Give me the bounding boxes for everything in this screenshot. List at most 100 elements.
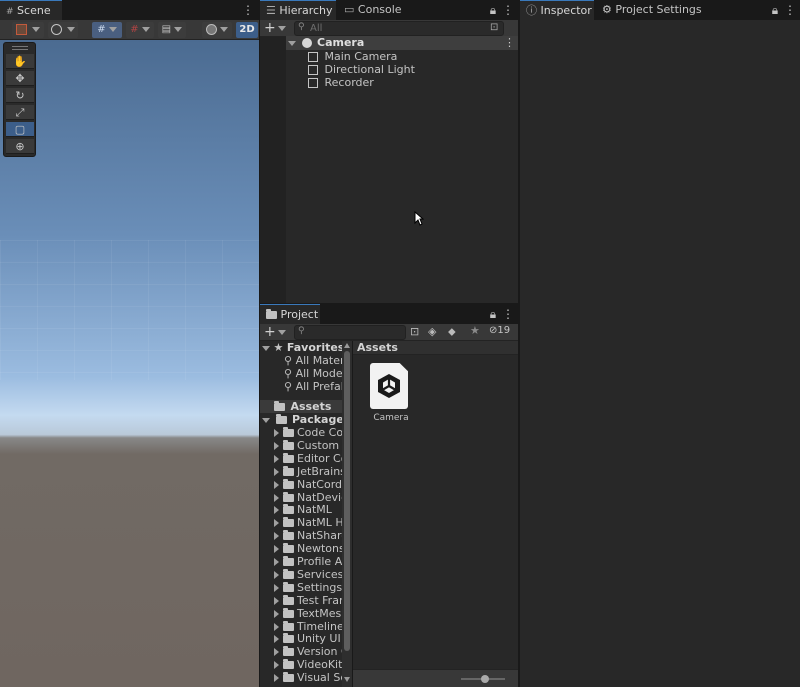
- package-item[interactable]: Timeline: [274, 620, 342, 633]
- package-item[interactable]: Editor Cor: [274, 452, 342, 465]
- search-by-label-icon[interactable]: ◈: [428, 325, 436, 338]
- scroll-thumb[interactable]: [344, 351, 350, 651]
- inspector-menu-kebab[interactable]: ⋮: [784, 2, 796, 18]
- tab-hierarchy[interactable]: ☰ Hierarchy: [260, 0, 336, 20]
- tab-scene-label: Scene: [17, 4, 51, 17]
- scene-root-row[interactable]: Camera ⋮: [286, 36, 518, 50]
- lock-icon[interactable]: 🔒︎: [769, 2, 781, 18]
- icon-size-slider[interactable]: [461, 675, 505, 683]
- globe-button[interactable]: [48, 22, 78, 38]
- hierarchy-menu-kebab[interactable]: ⋮: [502, 2, 514, 18]
- favorites-header[interactable]: ★ Favorites: [262, 341, 352, 354]
- panel-divider[interactable]: [518, 0, 520, 687]
- package-label: JetBrains: [297, 464, 342, 478]
- hierarchy-item-recorder[interactable]: Recorder: [308, 76, 508, 89]
- expand-arrow-icon: [274, 493, 279, 502]
- favorite-star-icon[interactable]: ★: [470, 324, 480, 337]
- snap-button[interactable]: #: [126, 22, 154, 38]
- scene-viewport[interactable]: [0, 40, 259, 687]
- lock-icon[interactable]: 🔒︎: [487, 306, 499, 322]
- package-label: NatML Hu: [297, 516, 342, 530]
- increment-icon: ▤: [161, 24, 172, 35]
- gizmo-toggle-button[interactable]: #: [92, 22, 122, 38]
- package-item[interactable]: Test Fram: [274, 594, 342, 607]
- search-icon: ⚲: [284, 354, 293, 367]
- lock-icon[interactable]: 🔒︎: [487, 2, 499, 18]
- tab-project-label: Project: [280, 308, 319, 321]
- hand-tool-button[interactable]: ✋: [6, 54, 34, 69]
- grid-snap-icon: #: [97, 24, 106, 35]
- expand-arrow-icon: [262, 345, 270, 351]
- asset-item-camera[interactable]: Camera: [367, 363, 415, 431]
- hierarchy-search[interactable]: ⚲ All ⊡: [294, 21, 504, 36]
- star-icon: ★: [273, 341, 284, 354]
- project-search[interactable]: ⚲: [294, 325, 406, 340]
- package-item[interactable]: NatML: [274, 503, 342, 516]
- package-item[interactable]: Code Cov: [274, 426, 342, 439]
- package-item[interactable]: NatShare: [274, 529, 342, 542]
- package-item[interactable]: Newtonso: [274, 542, 342, 555]
- package-item[interactable]: VideoKit: [274, 658, 342, 671]
- slider-thumb[interactable]: [481, 675, 489, 683]
- package-item[interactable]: JetBrains: [274, 465, 342, 478]
- package-item[interactable]: TextMesh: [274, 607, 342, 620]
- search-icon: ⚲: [284, 380, 293, 393]
- inspector-panel: ⓘ Inspector ⚙ Project Settings 🔒︎ ⋮: [520, 0, 800, 687]
- scroll-up-icon[interactable]: [344, 343, 350, 348]
- search-by-type-icon[interactable]: ⊡: [410, 325, 419, 338]
- draw-mode-button[interactable]: [202, 22, 232, 38]
- palette-grip[interactable]: [12, 46, 28, 50]
- scene-grid: [0, 240, 259, 380]
- panel-divider[interactable]: [259, 0, 260, 687]
- scroll-down-icon[interactable]: [344, 677, 350, 682]
- package-label: Profile An: [297, 555, 342, 568]
- package-item[interactable]: NatDevic: [274, 491, 342, 504]
- search-icon: ⚲: [284, 367, 293, 380]
- hierarchy-item-label: Recorder: [324, 76, 374, 89]
- transform-tool-button[interactable]: ⊕: [6, 139, 34, 154]
- project-menu-kebab[interactable]: ⋮: [502, 306, 514, 322]
- tab-scene[interactable]: # Scene: [0, 0, 62, 20]
- tab-project-settings[interactable]: ⚙ Project Settings: [596, 0, 702, 20]
- create-button[interactable]: +: [264, 20, 288, 36]
- create-button[interactable]: +: [264, 324, 288, 340]
- rotate-tool-button[interactable]: ↻: [6, 88, 34, 103]
- assets-folder-row[interactable]: Assets: [260, 400, 342, 413]
- chevron-down-icon: [141, 26, 150, 32]
- rect-tool-button[interactable]: ▢: [6, 122, 34, 137]
- increment-button[interactable]: ▤: [158, 22, 186, 38]
- scene-panel: # Scene ⋮ # # ▤ 2D ✋ ✥ ↻ ⤢ ▢ ⊕: [0, 0, 259, 687]
- tree-scrollbar[interactable]: [342, 341, 352, 687]
- tab-inspector[interactable]: ⓘ Inspector: [520, 0, 594, 20]
- package-item[interactable]: NatCorde: [274, 478, 342, 491]
- package-label: Newtonso: [297, 542, 342, 556]
- package-item[interactable]: Visual Sc: [274, 671, 342, 684]
- package-item[interactable]: Unity UI: [274, 632, 342, 645]
- search-options-icon[interactable]: ⊡: [490, 22, 498, 33]
- package-item[interactable]: Version C: [274, 645, 342, 658]
- tab-console[interactable]: ▭ Console: [338, 0, 410, 20]
- package-item[interactable]: NatML Hu: [274, 516, 342, 529]
- scene-root-menu-icon[interactable]: ⋮: [504, 36, 515, 49]
- gear-icon: ⚙: [602, 3, 612, 16]
- assets-breadcrumb[interactable]: Assets: [353, 341, 518, 355]
- packages-list: Code Cov Custom N Editor Cor JetBrains N…: [260, 426, 342, 687]
- scene-menu-kebab[interactable]: ⋮: [242, 2, 254, 18]
- folder-icon: [282, 517, 294, 528]
- packages-folder-row[interactable]: Packages: [262, 413, 342, 426]
- package-item[interactable]: Custom N: [274, 439, 342, 452]
- tab-project[interactable]: Project: [260, 304, 320, 324]
- mode-2d-button[interactable]: 2D: [236, 22, 258, 38]
- tag-icon[interactable]: ⬥: [448, 325, 456, 339]
- hierarchy-item-directional-light[interactable]: Directional Light: [308, 63, 508, 76]
- shading-mode-button[interactable]: [12, 22, 44, 38]
- package-item[interactable]: Settings N: [274, 581, 342, 594]
- move-tool-button[interactable]: ✥: [6, 71, 34, 86]
- package-item[interactable]: Services: [274, 568, 342, 581]
- package-item[interactable]: Profile An: [274, 555, 342, 568]
- scale-tool-button[interactable]: ⤢: [6, 105, 34, 120]
- hidden-packages-button[interactable]: ⊘19: [489, 325, 510, 336]
- asset-label: Camera: [373, 413, 409, 423]
- folder-open-icon: [275, 414, 287, 424]
- hierarchy-item-main-camera[interactable]: Main Camera: [308, 50, 508, 63]
